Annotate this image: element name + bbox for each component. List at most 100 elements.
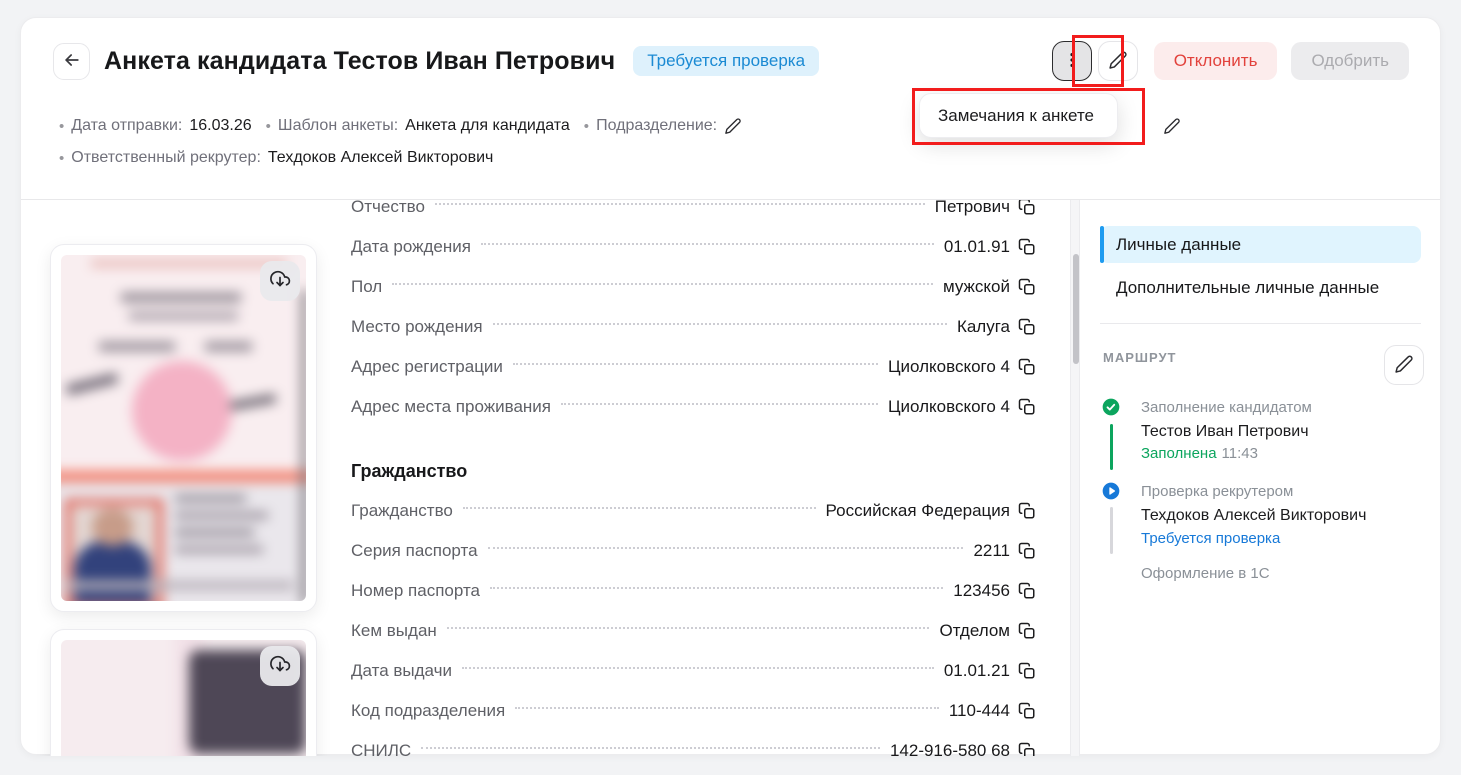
dotted-leader [488, 547, 964, 549]
field-value: Отделом [939, 621, 1010, 641]
main-scrollbar-track[interactable] [1070, 200, 1080, 756]
field-label: Адрес регистрации [351, 357, 503, 377]
reject-button[interactable]: Отклонить [1154, 42, 1278, 80]
kebab-menu-icon [1062, 50, 1082, 73]
field-label: Отчество [351, 200, 425, 217]
passport-scan-card-2[interactable] [50, 629, 317, 756]
route-section-title: МАРШРУТ [1103, 350, 1176, 365]
sidebar-item-additional-personal-data[interactable]: Дополнительные личные данные [1100, 269, 1421, 306]
copy-icon[interactable] [1017, 357, 1037, 377]
pencil-icon [1108, 50, 1128, 73]
dotted-leader [435, 203, 925, 205]
meta-template: • Шаблон анкеты: Анкета для кандидата [266, 117, 570, 135]
copy-icon[interactable] [1017, 701, 1037, 721]
copy-icon[interactable] [1017, 621, 1037, 641]
status-text: Заполнена [1141, 445, 1217, 462]
candidate-form: ОтчествоПетрович Дата рождения01.01.91 П… [351, 200, 1037, 756]
dotted-leader [515, 707, 939, 709]
download-document-button[interactable] [260, 646, 300, 686]
step-current-icon [1101, 481, 1121, 501]
form-field-row: Кем выдан Отделом [351, 611, 1037, 651]
dotted-leader [447, 627, 930, 629]
header: Анкета кандидата Тестов Иван Петрович Тр… [53, 42, 819, 80]
route-connector-done [1110, 424, 1113, 470]
field-label: Код подразделения [351, 701, 505, 721]
edit-form-button[interactable] [1098, 41, 1138, 81]
form-field-row: СНИЛС142-916-580 68 [351, 731, 1037, 756]
field-label: Дата выдачи [351, 661, 452, 681]
status-time: 11:43 [1222, 445, 1258, 462]
form-field-row: Номер паспорта123456 [351, 571, 1037, 611]
meta-label: Подразделение: [596, 117, 717, 135]
edit-position-icon[interactable] [1163, 117, 1181, 135]
form-field-row: Код подразделения110-444 [351, 691, 1037, 731]
meta-value: Анкета для кандидата [405, 117, 570, 135]
copy-icon[interactable] [1017, 541, 1037, 561]
copy-icon[interactable] [1017, 661, 1037, 681]
route-step-label: Оформление в 1С [1141, 565, 1270, 582]
route-step-label: Проверка рекрутером [1141, 483, 1293, 500]
route-step-person: Техдоков Алексей Викторович [1141, 507, 1366, 525]
main-scrollbar-thumb[interactable] [1073, 254, 1079, 364]
field-value: 142-916-580 68 [890, 741, 1010, 756]
copy-icon[interactable] [1017, 237, 1037, 257]
dotted-leader [462, 667, 934, 669]
meta-value: 16.03.26 [189, 117, 251, 135]
meta-label: Шаблон анкеты: [278, 117, 398, 135]
copy-icon[interactable] [1017, 741, 1037, 756]
field-value: Калуга [957, 317, 1010, 337]
form-field-row: Адрес регистрацииЦиолковского 4 [351, 347, 1037, 387]
cloud-download-icon [268, 268, 292, 295]
field-label: Дата рождения [351, 237, 471, 257]
bullet: • [59, 118, 64, 135]
pencil-icon [1394, 354, 1414, 377]
dotted-leader [421, 747, 880, 749]
route-step-status: Заполнена 11:43 [1141, 445, 1258, 462]
field-value: 123456 [953, 581, 1010, 601]
copy-icon[interactable] [1017, 277, 1037, 297]
field-label: Кем выдан [351, 621, 437, 641]
copy-icon[interactable] [1017, 501, 1037, 521]
field-value: Российская Федерация [826, 501, 1010, 521]
meta-row-1: • Дата отправки: 16.03.26 • Шаблон анкет… [59, 114, 1400, 138]
copy-icon[interactable] [1017, 317, 1037, 337]
back-button[interactable] [53, 43, 90, 80]
meta-label: Ответственный рекрутер: [71, 149, 261, 167]
form-field-row: Дата выдачи01.01.21 [351, 651, 1037, 691]
step-pending-icon [1101, 563, 1121, 583]
candidate-form-card: Анкета кандидата Тестов Иван Петрович Тр… [20, 17, 1441, 755]
menu-item-form-remarks[interactable]: Замечания к анкете [919, 93, 1118, 138]
field-label: Серия паспорта [351, 541, 478, 561]
cloud-download-icon [268, 653, 292, 680]
status-badge: Требуется проверка [633, 46, 819, 76]
copy-icon[interactable] [1017, 397, 1037, 417]
route-step-status: Требуется проверка [1141, 530, 1280, 547]
download-document-button[interactable] [260, 261, 300, 301]
edit-department-icon[interactable] [724, 117, 742, 135]
field-value: 2211 [973, 541, 1010, 561]
more-actions-button[interactable] [1052, 41, 1092, 81]
field-value: Петрович [935, 200, 1010, 217]
sidebar-item-label: Дополнительные личные данные [1116, 278, 1379, 298]
meta-label: Дата отправки: [71, 117, 182, 135]
passport-scan-card-1[interactable] [50, 244, 317, 612]
approve-button[interactable]: Одобрить [1291, 42, 1409, 80]
step-done-icon [1101, 397, 1121, 417]
sidebar-item-personal-data[interactable]: Личные данные [1100, 226, 1421, 263]
form-field-row: Серия паспорта 2211 [351, 531, 1037, 571]
dotted-leader [481, 243, 934, 245]
edit-route-button[interactable] [1384, 345, 1424, 385]
header-actions: Отклонить Одобрить [1052, 41, 1409, 81]
field-label: Место рождения [351, 317, 483, 337]
copy-icon[interactable] [1017, 200, 1037, 217]
dotted-leader [493, 323, 947, 325]
field-value: Циолковского 4 [888, 397, 1010, 417]
content-area: ОтчествоПетрович Дата рождения01.01.91 П… [21, 200, 1440, 756]
meta-department: • Подразделение: [584, 117, 742, 135]
form-section-header: Гражданство [351, 451, 1037, 491]
form-field-row: Адрес места проживанияЦиолковского 4 [351, 387, 1037, 427]
dotted-leader [392, 283, 933, 285]
meta-row-2: • Ответственный рекрутер: Техдоков Алекс… [59, 146, 493, 170]
route-connector-pending [1110, 507, 1113, 554]
copy-icon[interactable] [1017, 581, 1037, 601]
